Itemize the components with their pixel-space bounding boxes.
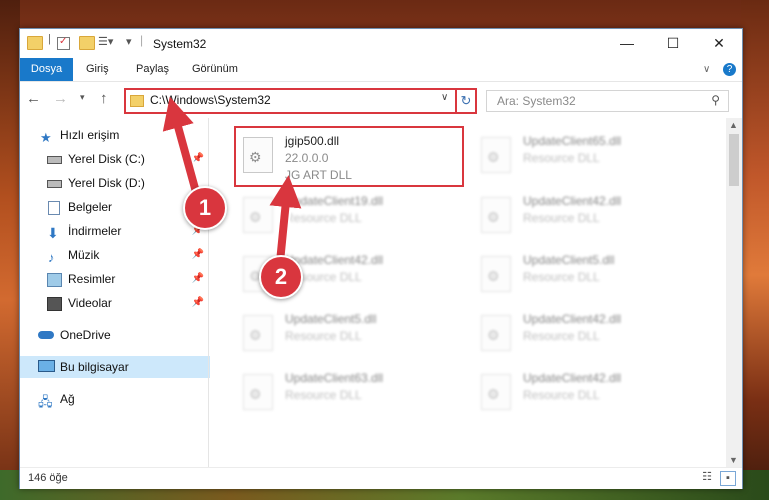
callout-badge-2: 2 bbox=[259, 255, 303, 299]
callout-arrows bbox=[162, 96, 302, 268]
callout-badge-1: 1 bbox=[183, 186, 227, 230]
